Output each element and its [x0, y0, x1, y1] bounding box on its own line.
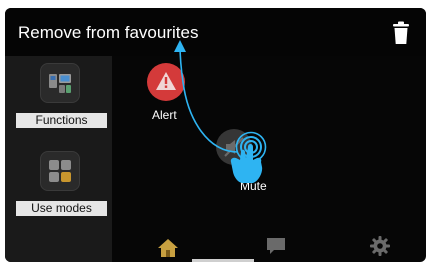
- alert-label: Alert: [152, 108, 177, 122]
- functions-icon: [49, 74, 71, 93]
- sidebar-item-label: Use modes: [16, 201, 107, 216]
- top-bar: Remove from favourites: [5, 8, 426, 56]
- sidebar-item-functions[interactable]: [40, 63, 80, 103]
- chat-icon[interactable]: [265, 236, 287, 256]
- screen: Remove from favourites Functions Use mod…: [0, 0, 431, 262]
- use-modes-icon: [49, 160, 71, 182]
- sidebar-item-use-modes[interactable]: [40, 151, 80, 191]
- trash-icon[interactable]: [392, 21, 410, 45]
- mute-icon: [224, 137, 244, 157]
- device-display: Remove from favourites Functions Use mod…: [5, 8, 426, 262]
- alert-button[interactable]: [147, 63, 185, 101]
- gear-icon[interactable]: [369, 235, 391, 257]
- page-title: Remove from favourites: [18, 23, 199, 42]
- mute-label: Mute: [240, 179, 267, 193]
- home-icon[interactable]: [157, 238, 179, 258]
- sidebar-item-label: Functions: [16, 113, 107, 128]
- mute-button[interactable]: [216, 129, 252, 165]
- alert-triangle-icon: [156, 72, 176, 90]
- sidebar: Functions Use modes: [5, 56, 112, 262]
